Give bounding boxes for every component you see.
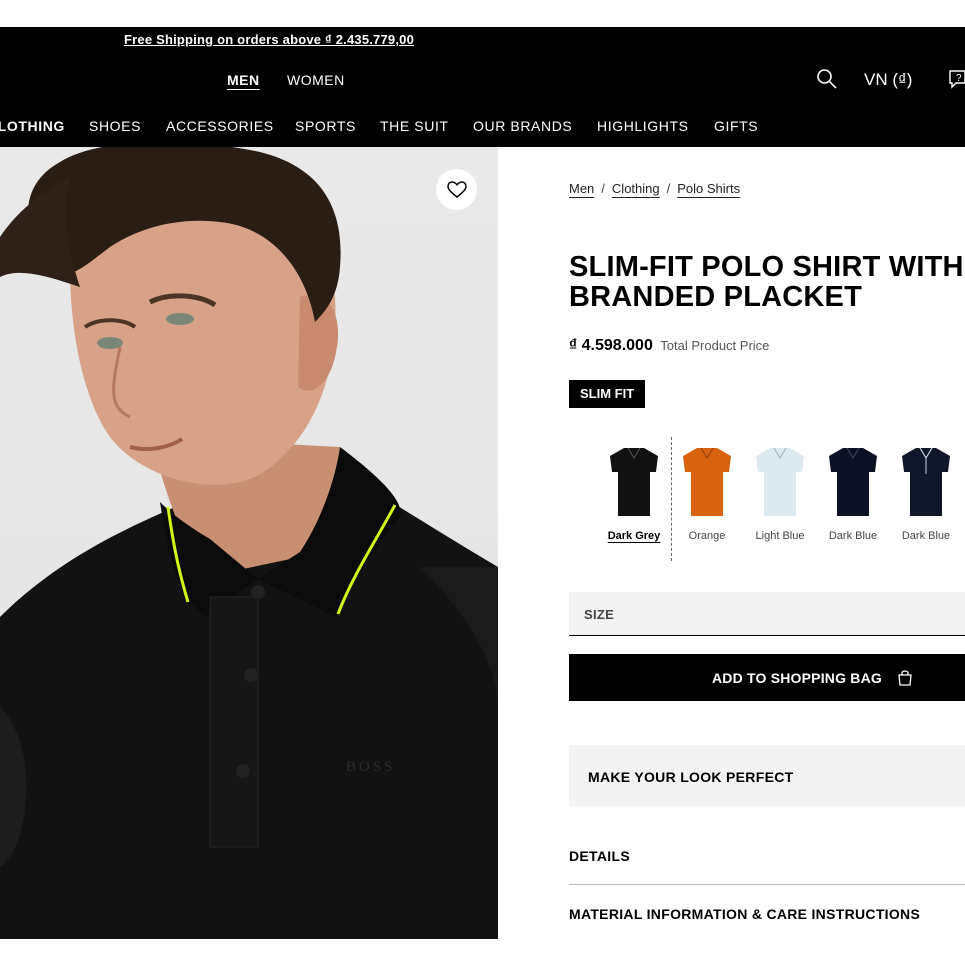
look-section-title: MAKE YOUR LOOK PERFECT	[588, 769, 794, 785]
color-label: Dark Blue	[901, 530, 951, 542]
polo-thumbnail	[610, 447, 658, 516]
fit-badge: SLIM FIT	[569, 380, 646, 408]
color-label: Orange	[688, 530, 726, 542]
product-title: SLIM-FIT POLO SHIRT WITH BRANDED PLACKET	[569, 251, 964, 313]
category-nav: CLOTHING SHOES ACCESSORIES SPORTS THE SU…	[0, 118, 965, 138]
breadcrumb-men[interactable]: Men	[569, 181, 594, 196]
polo-thumbnail	[683, 447, 731, 516]
nav-highlights[interactable]: HIGHLIGHTS	[597, 118, 689, 134]
polo-thumbnail	[756, 447, 804, 516]
free-shipping-banner[interactable]: Free Shipping on orders above ₫ 2.435.77…	[124, 32, 414, 47]
color-swatch-dark-blue-2[interactable]: Dark Blue	[892, 444, 960, 542]
add-to-bag-label: ADD TO SHOPPING BAG	[712, 670, 883, 686]
size-selector[interactable]: SIZE	[569, 592, 965, 636]
color-label: Light Blue	[755, 530, 805, 542]
color-swatch-dark-grey[interactable]: Dark Grey	[600, 444, 668, 542]
color-label: Dark Blue	[828, 530, 878, 542]
swatch-divider	[671, 437, 672, 561]
svg-text:?: ?	[956, 73, 962, 84]
heart-icon	[446, 180, 467, 198]
nav-gifts[interactable]: GIFTS	[714, 118, 758, 134]
tab-women[interactable]: WOMEN	[287, 72, 345, 88]
nav-accessories[interactable]: ACCESSORIES	[166, 118, 274, 134]
wishlist-button[interactable]	[436, 169, 477, 210]
add-to-bag-button[interactable]: ADD TO SHOPPING BAG	[569, 654, 965, 701]
make-your-look-perfect-section[interactable]: MAKE YOUR LOOK PERFECT	[569, 745, 965, 806]
polo-thumbnail	[902, 447, 950, 516]
price-value: ₫ 4.598.000	[569, 337, 653, 354]
nav-our-brands[interactable]: OUR BRANDS	[473, 118, 572, 134]
nav-sports[interactable]: SPORTS	[295, 118, 356, 134]
chat-icon[interactable]: ?	[948, 69, 965, 89]
color-swatch-dark-blue-1[interactable]: Dark Blue	[819, 444, 887, 542]
price-label: Total Product Price	[660, 338, 770, 353]
nav-shoes[interactable]: SHOES	[89, 118, 141, 134]
accordion-details[interactable]: DETAILS	[569, 848, 965, 864]
divider	[569, 884, 965, 885]
nav-the-suit[interactable]: THE SUIT	[380, 118, 449, 134]
model-illustration: BOSS	[0, 147, 498, 939]
chest-logo: BOSS	[346, 759, 396, 775]
color-swatch-light-blue[interactable]: Light Blue	[746, 444, 814, 542]
polo-thumbnail	[829, 447, 877, 516]
locale-selector[interactable]: VN (₫)	[864, 70, 912, 90]
accordion-material-care[interactable]: MATERIAL INFORMATION & CARE INSTRUCTIONS	[569, 906, 965, 922]
size-label: SIZE	[584, 607, 615, 622]
nav-clothing[interactable]: CLOTHING	[0, 118, 65, 134]
product-image[interactable]: BOSS	[0, 147, 498, 939]
site-header: Free Shipping on orders above ₫ 2.435.77…	[0, 27, 965, 147]
search-icon[interactable]	[816, 68, 838, 90]
breadcrumb-clothing[interactable]: Clothing	[612, 181, 660, 196]
shopping-bag-icon	[898, 670, 912, 686]
breadcrumb-polo-shirts[interactable]: Polo Shirts	[677, 181, 740, 196]
tab-men[interactable]: MEN	[227, 72, 260, 88]
product-price: ₫ 4.598.000 Total Product Price	[569, 337, 769, 355]
color-swatch-orange[interactable]: Orange	[673, 444, 741, 542]
color-label: Dark Grey	[607, 530, 661, 542]
breadcrumb: Men / Clothing / Polo Shirts	[569, 181, 741, 196]
